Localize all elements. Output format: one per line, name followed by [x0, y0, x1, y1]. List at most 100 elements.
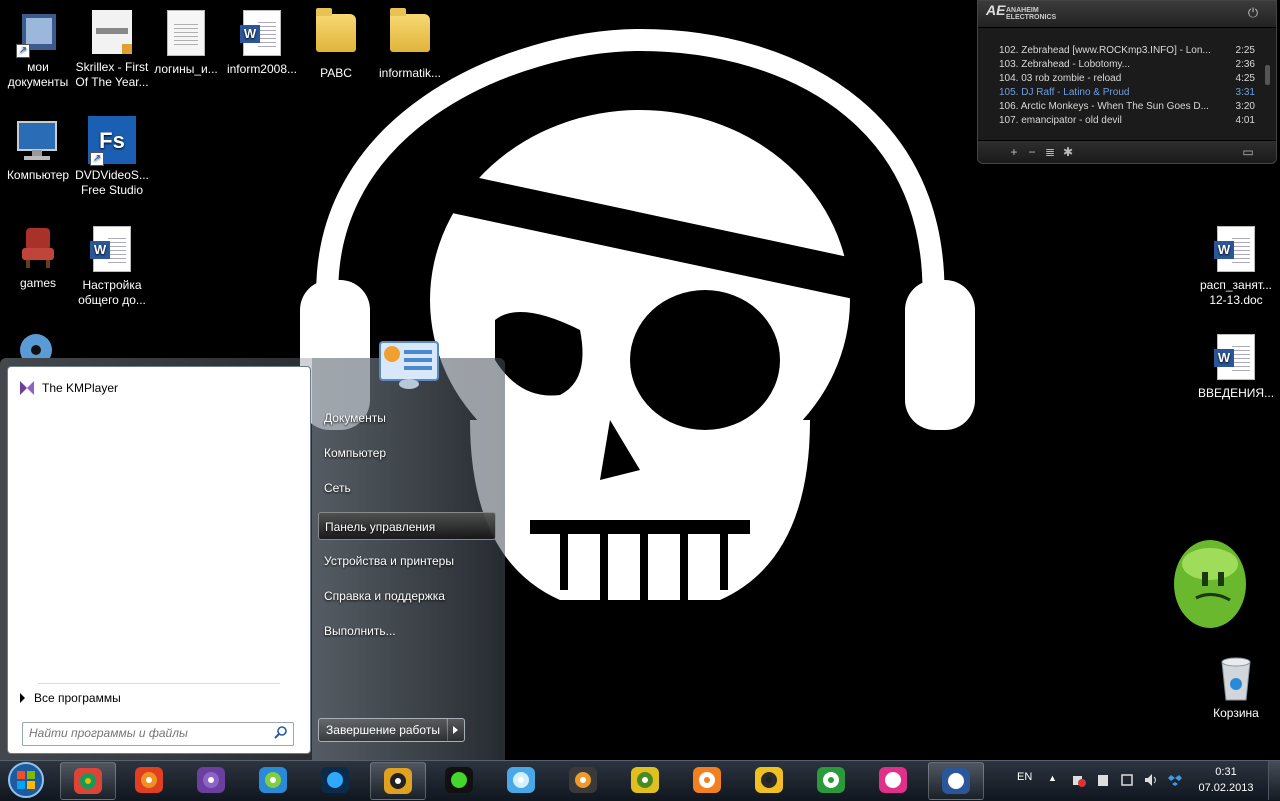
- playlist-scrollbar[interactable]: [1265, 65, 1270, 85]
- playlist-view-button[interactable]: ≣: [1042, 144, 1058, 160]
- playlist-track[interactable]: 105. DJ Raff - Latino & Proud 3:31: [999, 86, 1255, 100]
- show-desktop-button[interactable]: [1268, 761, 1280, 800]
- taskbar-app-winamp[interactable]: [370, 762, 426, 800]
- taskbar-app-navigator[interactable]: [246, 762, 300, 798]
- taskbar-app-winamp-alt[interactable]: [866, 762, 920, 798]
- player-logo: AE ANAHEIM ELECTRONICS: [986, 2, 1057, 21]
- desktop-icon-informatik[interactable]: informatik...: [372, 8, 448, 81]
- desktop-icon-my-documents[interactable]: ↗ мои документы: [0, 8, 76, 90]
- pinned-program-kmplayer[interactable]: The KMPlayer: [20, 381, 118, 395]
- media-player-gadget: AE ANAHEIM ELECTRONICS ⏻ 102. Zebrahead …: [977, 0, 1277, 164]
- taskbar-app-razer[interactable]: [432, 762, 486, 798]
- playlist: 102. Zebrahead [www.ROCKmp3.INFO] - Lon.…: [978, 44, 1276, 128]
- track-duration: 4:01: [1235, 115, 1255, 126]
- desktop-icon-schedule[interactable]: W расп_занят... 12-13.doc: [1198, 224, 1274, 308]
- taskbar-app-word[interactable]: [928, 762, 984, 800]
- clipboard-icon[interactable]: [1096, 773, 1110, 787]
- hs-icon: [755, 767, 783, 793]
- folder-icon[interactable]: ▭: [1240, 144, 1256, 160]
- playlist-track[interactable]: 102. Zebrahead [www.ROCKmp3.INFO] - Lon.…: [999, 44, 1255, 58]
- razer-icon: [445, 767, 473, 793]
- desktop-icon-partial-disc[interactable]: [18, 332, 54, 358]
- taskbar-app-kmplayer[interactable]: [184, 762, 238, 798]
- start-link-1[interactable]: Компьютер: [318, 439, 496, 467]
- playlist-track[interactable]: 107. emancipator - old devil 4:01: [999, 114, 1255, 128]
- start-link-2[interactable]: Сеть: [318, 474, 496, 502]
- taskbar-app-game[interactable]: [618, 762, 672, 798]
- desktop-icon-vvedeniya[interactable]: W ВВЕДЕНИЯ...: [1198, 332, 1274, 401]
- desktop-icon-recycle-bin[interactable]: Корзина: [1198, 654, 1274, 721]
- add-track-button[interactable]: +: [1006, 144, 1022, 160]
- desktop-icon-inform2008[interactable]: W inform2008...: [224, 8, 300, 77]
- playlist-track[interactable]: 103. Zebrahead - Lobotomy... 2:36: [999, 58, 1255, 72]
- dropbox-icon[interactable]: [1168, 773, 1182, 787]
- search-icon[interactable]: [274, 726, 288, 740]
- start-link-6[interactable]: Выполнить...: [318, 617, 496, 645]
- clock-time[interactable]: 0:31: [1200, 766, 1252, 778]
- track-title: 102. Zebrahead [www.ROCKmp3.INFO] - Lon.…: [999, 45, 1211, 56]
- shutdown-options-arrow[interactable]: [446, 718, 465, 742]
- search-input[interactable]: [23, 723, 270, 743]
- chrome-icon: [74, 768, 102, 794]
- winamp-icon: [384, 768, 412, 794]
- desktop-icon-pabc[interactable]: PABC: [298, 8, 374, 81]
- start-search-box: [22, 722, 294, 746]
- clock-date[interactable]: 07.02.2013: [1194, 782, 1258, 794]
- svg-text:Fs: Fs: [99, 128, 125, 153]
- taskbar-app-photoshop[interactable]: [308, 762, 362, 798]
- track-title: 106. Arctic Monkeys - When The Sun Goes …: [999, 101, 1209, 112]
- start-menu-programs-pane: The KMPlayer Все программы: [7, 366, 311, 754]
- navigator-icon: [259, 767, 287, 793]
- desktop-icon-dvdvideosoft[interactable]: Fs ↗ DVDVideoS... Free Studio: [74, 116, 150, 198]
- winamp-alt-icon: [879, 767, 907, 793]
- taskbar-app-vlc[interactable]: [680, 762, 734, 798]
- game-icon: [631, 767, 659, 793]
- start-link-4[interactable]: Устройства и принтеры: [318, 547, 496, 575]
- taskbar-app-sublime[interactable]: [556, 762, 610, 798]
- track-title: 103. Zebrahead - Lobotomy...: [999, 59, 1131, 70]
- kmplayer-icon: [20, 381, 34, 395]
- utorrent-icon: [817, 767, 845, 793]
- desktop-icon-games[interactable]: games: [0, 224, 76, 291]
- track-duration: 4:25: [1235, 73, 1255, 84]
- taskbar-app-hs[interactable]: [742, 762, 796, 798]
- track-title: 104. 03 rob zombie - reload: [999, 73, 1122, 84]
- tray-expand-icon[interactable]: ▲: [1048, 773, 1062, 787]
- playlist-track[interactable]: 106. Arctic Monkeys - When The Sun Goes …: [999, 100, 1255, 114]
- language-indicator[interactable]: EN: [1017, 771, 1032, 783]
- start-link-5[interactable]: Справка и поддержка: [318, 582, 496, 610]
- shutdown-button[interactable]: Завершение работы: [318, 718, 448, 742]
- volume-icon[interactable]: [1144, 773, 1158, 787]
- network-error-icon[interactable]: [1072, 773, 1086, 787]
- photoshop-icon: [321, 767, 349, 793]
- track-title: 105. DJ Raff - Latino & Proud: [999, 87, 1130, 98]
- green-gadget-icon[interactable]: [1172, 534, 1248, 630]
- track-duration: 3:31: [1235, 87, 1255, 98]
- desktop-icon-skrillex[interactable]: Skrillex - First Of The Year...: [74, 8, 150, 90]
- remove-track-button[interactable]: −: [1024, 144, 1040, 160]
- player-settings-button[interactable]: ✱: [1060, 144, 1076, 160]
- start-orb-icon[interactable]: [6, 761, 46, 799]
- power-icon[interactable]: ⏻: [1244, 5, 1262, 23]
- all-programs-button[interactable]: Все программы: [20, 691, 121, 705]
- player-header: AE ANAHEIM ELECTRONICS ⏻: [978, 1, 1276, 28]
- player-controls: + − ≣ ✱ ▭: [978, 140, 1276, 163]
- kmplayer-icon: [197, 767, 225, 793]
- sublime-icon: [569, 767, 597, 793]
- desktop-icon-settings-doc[interactable]: W Настройка общего до...: [74, 224, 150, 308]
- word-icon: [942, 768, 970, 794]
- taskbar-app-utorrent[interactable]: [804, 762, 858, 798]
- taskbar-app-itunes[interactable]: [494, 762, 548, 798]
- desktop-icon-computer[interactable]: Компьютер: [0, 116, 76, 183]
- desktop-icon-logins[interactable]: логины_и...: [148, 8, 224, 77]
- start-link-0[interactable]: Документы: [318, 404, 496, 432]
- playlist-track[interactable]: 104. 03 rob zombie - reload 4:25: [999, 72, 1255, 86]
- start-link-3[interactable]: Панель управления: [318, 512, 496, 540]
- triangle-right-icon: [20, 693, 25, 703]
- control-panel-icon: [379, 341, 439, 389]
- action-center-icon[interactable]: [1120, 773, 1134, 787]
- itunes-icon: [507, 767, 535, 793]
- taskbar-app-chrome[interactable]: [60, 762, 116, 800]
- taskbar-app-burning-rom[interactable]: [122, 762, 176, 798]
- track-duration: 2:25: [1235, 45, 1255, 56]
